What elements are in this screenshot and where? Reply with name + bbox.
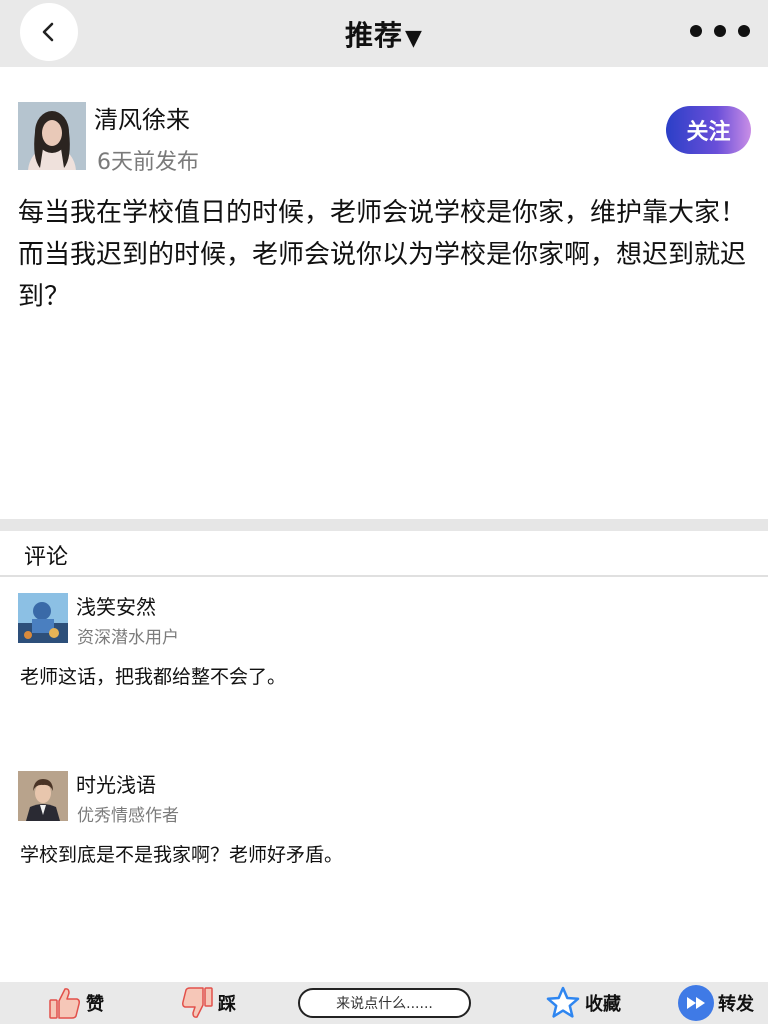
bottom-action-bar: 赞 踩 来说点什么...... 收藏 转发	[0, 982, 768, 1024]
post-time: 6天前发布	[97, 150, 199, 175]
thumbs-up-icon	[49, 988, 80, 1019]
commenter-avatar[interactable]	[18, 771, 68, 821]
comment-text: 学校到底是不是我家啊？老师好矛盾。	[20, 844, 344, 866]
share-button[interactable]: 转发	[678, 982, 754, 1024]
share-label: 转发	[718, 994, 754, 1015]
commenter-avatar[interactable]	[18, 593, 68, 643]
more-dot-icon	[690, 25, 702, 37]
post-body: 每当我在学校值日的时候，老师会说学校是你家，维护靠大家！而当我迟到的时候，老师会…	[18, 198, 747, 312]
commenter-role: 资深潜水用户	[77, 628, 179, 648]
more-dot-icon	[738, 25, 750, 37]
comment-text: 老师这话，把我都给整不会了。	[20, 666, 287, 688]
favorite-button[interactable]: 收藏	[545, 982, 621, 1024]
favorite-label: 收藏	[585, 994, 621, 1015]
dislike-label: 踩	[218, 994, 236, 1015]
dropdown-caret-icon: ▼	[405, 26, 423, 51]
commenter-name[interactable]: 浅笑安然	[76, 591, 156, 620]
like-label: 赞	[86, 994, 104, 1015]
avatar-portrait-image	[18, 102, 86, 170]
more-options-button[interactable]	[690, 24, 750, 38]
page-title: 推荐	[345, 19, 404, 52]
avatar-illustration-image	[18, 593, 68, 643]
section-divider	[0, 519, 768, 531]
author-avatar[interactable]	[18, 102, 86, 170]
comments-heading: 评论	[24, 545, 69, 570]
commenter-role: 优秀情感作者	[77, 806, 179, 826]
star-icon	[546, 986, 580, 1018]
comment-input[interactable]: 来说点什么......	[298, 988, 471, 1018]
dislike-button[interactable]: 踩	[180, 982, 236, 1024]
thumbs-down-icon	[182, 987, 213, 1018]
comments-divider	[0, 575, 768, 577]
follow-button[interactable]: 关注	[666, 106, 751, 154]
more-dot-icon	[714, 25, 726, 37]
author-name[interactable]: 清风徐来	[94, 100, 190, 135]
fast-forward-icon	[678, 985, 714, 1021]
commenter-name[interactable]: 时光浅语	[76, 769, 156, 798]
top-header: 推荐▼	[0, 0, 768, 67]
like-button[interactable]: 赞	[48, 982, 104, 1024]
avatar-portrait-image	[18, 771, 68, 821]
feed-selector[interactable]: 推荐▼	[0, 14, 768, 54]
